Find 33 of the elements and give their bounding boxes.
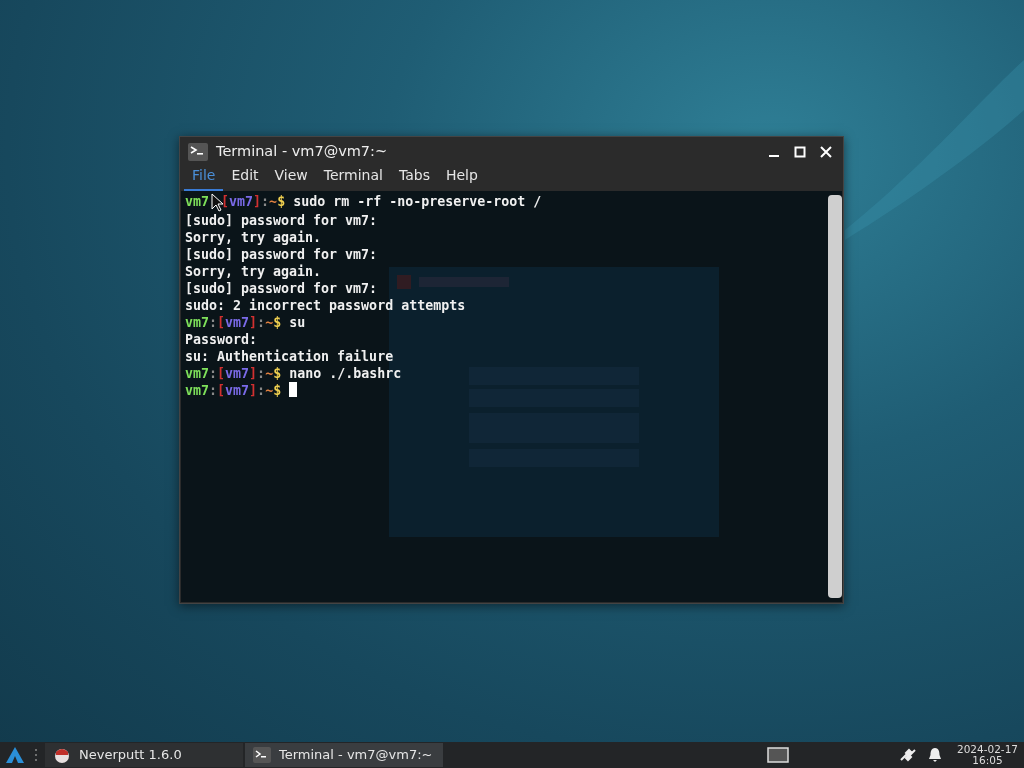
clock[interactable]: 2024-02-17 16:05 [950,744,1024,766]
terminal-icon [253,747,271,763]
taskbar-button[interactable]: Neverputt 1.6.0 [45,743,243,767]
drag-handle-icon[interactable] [33,748,39,762]
network-icon[interactable] [898,747,917,763]
output-line: [sudo] password for vm7: [185,246,378,263]
menu-item[interactable]: Help [437,165,486,191]
menu-item[interactable]: Terminal [315,165,391,191]
output-line: Password: [185,331,258,348]
terminal-icon [188,142,208,161]
maximize-icon[interactable] [794,145,806,158]
window-title: Terminal - vm7@vm7:~ [216,141,389,161]
workspace-icon[interactable] [766,747,789,763]
output-line: Sorry, try again. [185,229,322,246]
launcher-icon[interactable] [5,746,25,764]
menu-item[interactable]: Tabs [390,165,438,191]
taskbar-button[interactable]: Terminal - vm7@vm7:~ [245,743,443,767]
bell-icon[interactable] [926,747,943,763]
output-line: sudo: 2 incorrect password attempts [185,297,466,314]
golf-ball-icon [53,746,71,764]
menu-item[interactable]: Edit [223,165,267,191]
output-line: [sudo] password for vm7: [185,212,378,229]
prompt-line: vm7:[vm7]:~$ nano ./.bashrc [185,365,402,382]
prompt-line: vm7:[vm7]:~$ su [185,314,306,331]
scrollbar-thumb[interactable] [828,195,842,598]
close-icon[interactable] [820,145,832,158]
prompt-user: vm7 [185,193,210,210]
prompt-line: vm7:[vm7]:~$ [185,382,298,399]
output-line: [sudo] password for vm7: [185,280,378,297]
prompt-line: [vm7]:~$ sudo rm -rf -no-preserve-root / [221,193,542,210]
output-line: Sorry, try again. [185,263,322,280]
menu-item[interactable]: View [266,165,316,191]
output-line: su: Authentication failure [185,348,394,365]
